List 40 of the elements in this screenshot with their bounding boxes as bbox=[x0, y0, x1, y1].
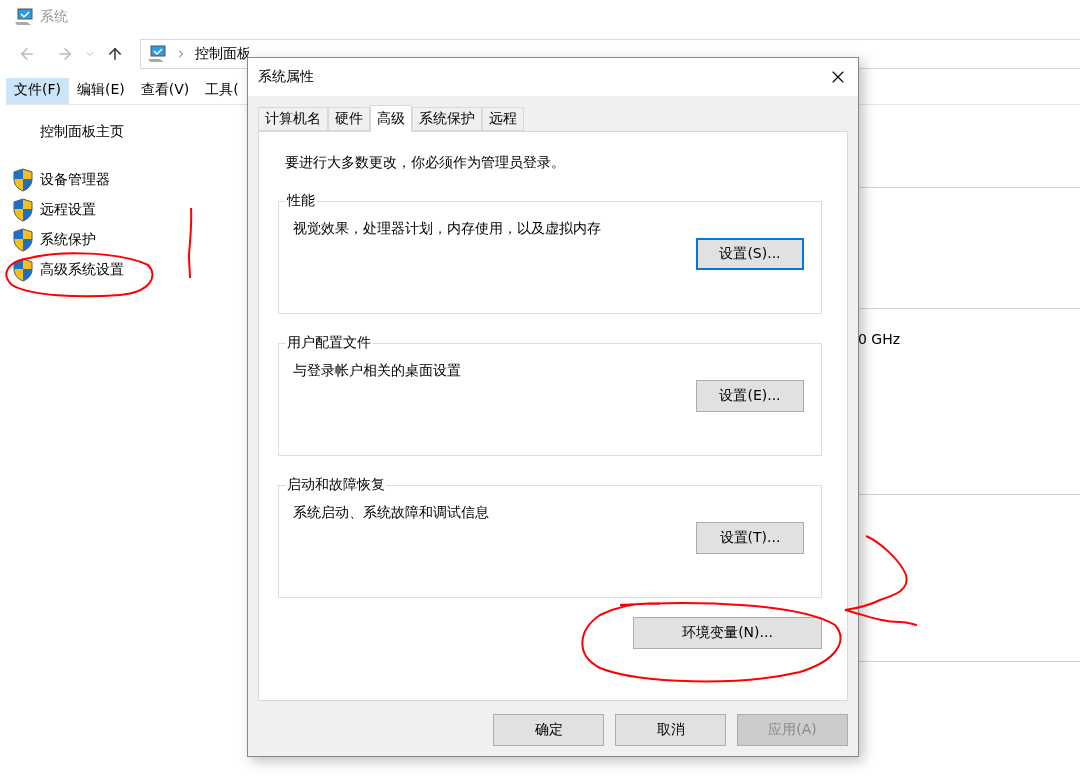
computer-icon bbox=[14, 8, 34, 26]
group-description: 与登录帐户相关的桌面设置 bbox=[293, 362, 462, 380]
shield-icon bbox=[12, 228, 34, 252]
sidebar-link[interactable]: 控制面板主页 bbox=[40, 123, 240, 141]
tab[interactable]: 硬件 bbox=[328, 107, 370, 131]
group-title: 性能 bbox=[286, 192, 316, 210]
settings-button[interactable]: 设置(S)... bbox=[696, 238, 804, 270]
settings-button[interactable]: 设置(E)... bbox=[696, 380, 804, 412]
group-title: 启动和故障恢复 bbox=[286, 476, 386, 494]
notice-text: 要进行大多数更改，你必须作为管理员登录。 bbox=[285, 154, 566, 172]
sidebar-link[interactable]: 设备管理器 bbox=[40, 171, 110, 189]
sidebar-link[interactable]: 高级系统设置 bbox=[40, 261, 124, 279]
menu-item[interactable]: 查看(V) bbox=[132, 78, 198, 104]
sidebar-link[interactable]: 系统保护 bbox=[40, 231, 96, 249]
info-text: 0 GHz bbox=[858, 331, 901, 347]
annotation-stroke bbox=[188, 207, 193, 279]
dialog-title: 系统属性 bbox=[258, 68, 314, 86]
group-title: 用户配置文件 bbox=[286, 334, 372, 352]
computer-icon bbox=[147, 45, 167, 63]
forward-icon[interactable] bbox=[56, 45, 74, 63]
group-description: 系统启动、系统故障和调试信息 bbox=[293, 504, 490, 522]
dialog-button[interactable]: 取消 bbox=[615, 714, 726, 746]
tab[interactable]: 远程 bbox=[482, 107, 524, 131]
settings-button[interactable]: 设置(T)... bbox=[696, 522, 804, 554]
dialog-button[interactable]: 确定 bbox=[493, 714, 604, 746]
tab[interactable]: 计算机名 bbox=[258, 107, 328, 131]
group-description: 视觉效果，处理器计划，内存使用，以及虚拟内存 bbox=[293, 220, 602, 238]
menu-item[interactable]: 编辑(E) bbox=[69, 78, 133, 104]
menu-item[interactable]: 工具( bbox=[197, 78, 247, 104]
tab[interactable]: 系统保护 bbox=[412, 107, 482, 131]
menu-item[interactable]: 文件(F) bbox=[6, 78, 69, 104]
shield-icon bbox=[12, 168, 34, 192]
window-title: 系统 bbox=[40, 8, 68, 26]
tab[interactable]: 高级 bbox=[370, 105, 412, 132]
back-icon[interactable] bbox=[18, 45, 36, 63]
up-icon[interactable] bbox=[106, 45, 124, 63]
shield-icon bbox=[12, 198, 34, 222]
shield-icon bbox=[12, 258, 34, 282]
sidebar-link[interactable]: 远程设置 bbox=[40, 201, 96, 219]
environment-variables-button[interactable]: 环境变量(N)... bbox=[633, 617, 822, 649]
